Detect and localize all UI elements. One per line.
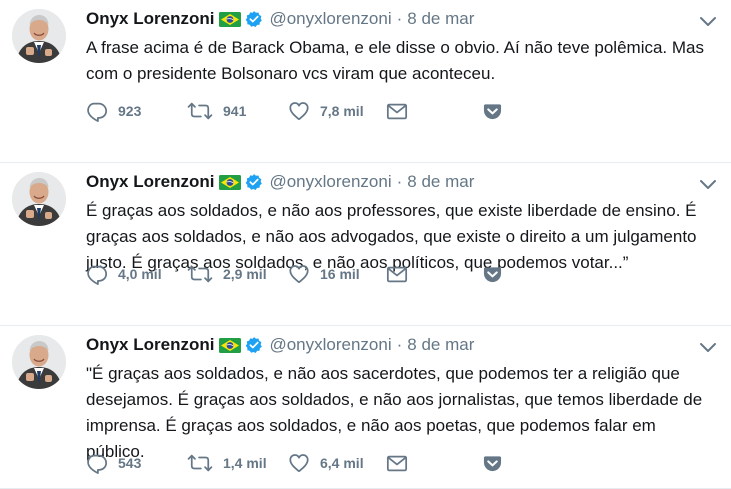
brazil-flag-icon <box>219 12 241 27</box>
chevron-down-icon[interactable] <box>699 179 717 191</box>
dm-button[interactable] <box>386 454 483 473</box>
verified-badge-icon <box>245 336 263 354</box>
reply-button[interactable]: 923 <box>86 100 187 122</box>
reply-icon[interactable] <box>86 100 108 122</box>
handle[interactable]: @onyxlorenzoni <box>269 335 391 355</box>
avatar[interactable] <box>12 335 66 389</box>
reply-button[interactable]: 543 <box>86 452 187 474</box>
display-name[interactable]: Onyx Lorenzoni <box>86 335 214 355</box>
brazil-flag-icon <box>219 175 241 190</box>
heart-icon[interactable] <box>288 452 310 474</box>
tweet-text: "É graças aos soldados, e não aos sacerd… <box>86 364 703 461</box>
like-count: 6,4 mil <box>320 455 364 471</box>
envelope-icon[interactable] <box>386 102 408 121</box>
tweet-actions: 543 1,4 mil 6,4 mil <box>86 451 502 475</box>
like-button[interactable]: 7,8 mil <box>288 100 386 122</box>
tweet-date[interactable]: 8 de mar <box>407 172 474 192</box>
reply-button[interactable]: 4,0 mil <box>86 263 187 285</box>
tweet-text: A frase acima é de Barack Obama, e ele d… <box>86 38 704 83</box>
verified-badge-icon <box>245 173 263 191</box>
retweet-count: 1,4 mil <box>223 455 267 471</box>
reply-icon[interactable] <box>86 263 108 285</box>
retweet-count: 941 <box>223 103 247 119</box>
retweet-count: 2,9 mil <box>223 266 267 282</box>
tweet-date[interactable]: 8 de mar <box>407 9 474 29</box>
avatar[interactable] <box>12 172 66 226</box>
tweet[interactable]: Onyx Lorenzoni @onyxlorenzoni · 8 de mar… <box>0 326 731 489</box>
chevron-down-icon[interactable] <box>699 16 717 28</box>
chevron-down-icon[interactable] <box>699 342 717 354</box>
heart-icon[interactable] <box>288 263 310 285</box>
pocket-icon[interactable] <box>483 454 502 473</box>
reply-count: 543 <box>118 455 142 471</box>
reply-count: 923 <box>118 103 142 119</box>
retweet-icon[interactable] <box>187 263 213 285</box>
display-name[interactable]: Onyx Lorenzoni <box>86 9 214 29</box>
dm-button[interactable] <box>386 265 483 284</box>
reply-icon[interactable] <box>86 452 108 474</box>
pocket-icon[interactable] <box>483 265 502 284</box>
like-count: 7,8 mil <box>320 103 364 119</box>
tweet[interactable]: Onyx Lorenzoni @onyxlorenzoni · 8 de mar… <box>0 0 731 163</box>
envelope-icon[interactable] <box>386 454 408 473</box>
tweet-date[interactable]: 8 de mar <box>407 335 474 355</box>
pocket-button[interactable] <box>483 265 502 284</box>
separator: · <box>396 172 403 191</box>
like-button[interactable]: 16 mil <box>288 263 386 285</box>
dm-button[interactable] <box>386 102 483 121</box>
tweet-header: Onyx Lorenzoni @onyxlorenzoni · 8 de mar <box>86 171 474 193</box>
separator: · <box>396 9 403 28</box>
envelope-icon[interactable] <box>386 265 408 284</box>
tweet-header: Onyx Lorenzoni @onyxlorenzoni · 8 de mar <box>86 8 474 30</box>
retweet-button[interactable]: 2,9 mil <box>187 263 288 285</box>
like-button[interactable]: 6,4 mil <box>288 452 386 474</box>
retweet-button[interactable]: 1,4 mil <box>187 452 288 474</box>
like-count: 16 mil <box>320 266 360 282</box>
pocket-icon[interactable] <box>483 102 502 121</box>
tweet[interactable]: Onyx Lorenzoni @onyxlorenzoni · 8 de mar… <box>0 163 731 326</box>
retweet-icon[interactable] <box>187 452 213 474</box>
avatar[interactable] <box>12 9 66 63</box>
handle[interactable]: @onyxlorenzoni <box>269 9 391 29</box>
retweet-button[interactable]: 941 <box>187 100 288 122</box>
pocket-button[interactable] <box>483 454 502 473</box>
tweet-actions: 4,0 mil 2,9 mil 16 mil <box>86 262 502 286</box>
verified-badge-icon <box>245 10 263 28</box>
tweet-actions: 923 941 7,8 mil <box>86 99 502 123</box>
retweet-icon[interactable] <box>187 100 213 122</box>
tweet-header: Onyx Lorenzoni @onyxlorenzoni · 8 de mar <box>86 334 474 356</box>
display-name[interactable]: Onyx Lorenzoni <box>86 172 214 192</box>
pocket-button[interactable] <box>483 102 502 121</box>
handle[interactable]: @onyxlorenzoni <box>269 172 391 192</box>
reply-count: 4,0 mil <box>118 266 162 282</box>
separator: · <box>396 335 403 354</box>
heart-icon[interactable] <box>288 100 310 122</box>
brazil-flag-icon <box>219 338 241 353</box>
